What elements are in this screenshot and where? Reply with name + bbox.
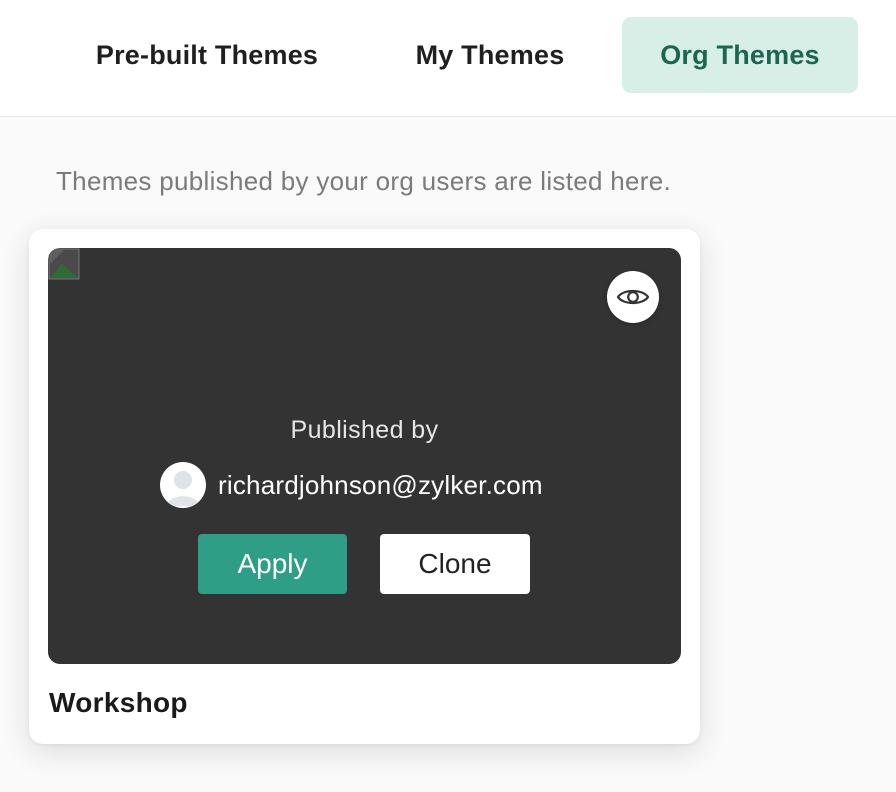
theme-card: Published by richardjohnson@zylker.com A… <box>29 229 700 744</box>
eye-icon <box>616 289 650 305</box>
theme-tabs-bar: Pre-built Themes My Themes Org Themes <box>0 0 896 117</box>
preview-eye-button[interactable] <box>607 271 659 323</box>
broken-image-icon <box>48 248 80 280</box>
theme-preview: Published by richardjohnson@zylker.com A… <box>48 248 681 664</box>
tab-org-themes[interactable]: Org Themes <box>622 17 858 93</box>
clone-button[interactable]: Clone <box>380 534 530 594</box>
page-description: Themes published by your org users are l… <box>56 166 672 196</box>
tab-my-themes[interactable]: My Themes <box>374 17 606 93</box>
tab-prebuilt-themes[interactable]: Pre-built Themes <box>60 17 354 93</box>
theme-name: Workshop <box>49 687 188 718</box>
apply-button[interactable]: Apply <box>198 534 347 594</box>
publisher-info: richardjohnson@zylker.com <box>160 461 543 509</box>
published-by-label: Published by <box>290 416 439 444</box>
user-avatar-icon <box>160 462 206 508</box>
publisher-email: richardjohnson@zylker.com <box>218 469 543 500</box>
